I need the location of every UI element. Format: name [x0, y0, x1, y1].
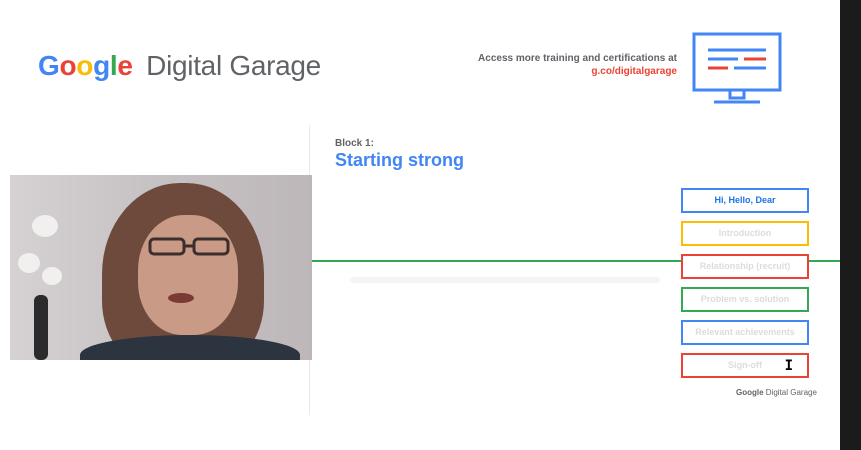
- step-achievements: Relevant achievements: [681, 320, 809, 345]
- footer-logo: Google Digital Garage: [736, 388, 817, 397]
- step-introduction: Introduction: [681, 221, 809, 246]
- block-title: Starting strong: [335, 150, 464, 170]
- text-cursor-icon: I: [784, 358, 793, 374]
- presenter-video-feed[interactable]: [10, 175, 312, 360]
- block-label: Block 1:: [335, 138, 374, 149]
- logo-letter: g: [93, 50, 110, 81]
- step-greeting: Hi, Hello, Dear: [681, 188, 809, 213]
- access-link: g.co/digitalgarage: [591, 66, 677, 77]
- access-text: Access more training and certifications …: [478, 53, 677, 64]
- footer-suffix: Digital Garage: [765, 388, 817, 397]
- logo-letter: o: [59, 50, 77, 81]
- presenter-face: [138, 215, 238, 335]
- orchid-flower: [32, 215, 58, 237]
- step-sign-off: Sign-off I: [681, 353, 809, 378]
- email-structure-steps: Hi, Hello, Dear Introduction Relationshi…: [681, 188, 809, 386]
- google-digital-garage-logo: Google Digital Garage: [38, 50, 321, 82]
- step-relationship: Relationship (recruit): [681, 254, 809, 279]
- logo-suffix: Digital Garage: [146, 50, 321, 81]
- logo-letter: G: [38, 50, 60, 81]
- presenter-mouth: [168, 293, 194, 303]
- logo-letter: o: [76, 50, 94, 81]
- faded-text-placeholder: [350, 277, 660, 283]
- google-wordmark: Google: [38, 50, 140, 81]
- window-edge-bar: [840, 0, 861, 450]
- step-problem-solution: Problem vs. solution: [681, 287, 809, 312]
- orchid-flower: [18, 253, 40, 273]
- monitor-icon: [692, 32, 782, 104]
- step-sign-off-label: Sign-off: [728, 360, 762, 370]
- glasses-icon: [148, 237, 230, 256]
- plant-stand: [34, 295, 48, 360]
- logo-letter: e: [117, 50, 133, 81]
- orchid-flower: [42, 267, 62, 285]
- footer-google: Google: [736, 388, 764, 397]
- access-training-note: Access more training and certifications …: [478, 52, 677, 78]
